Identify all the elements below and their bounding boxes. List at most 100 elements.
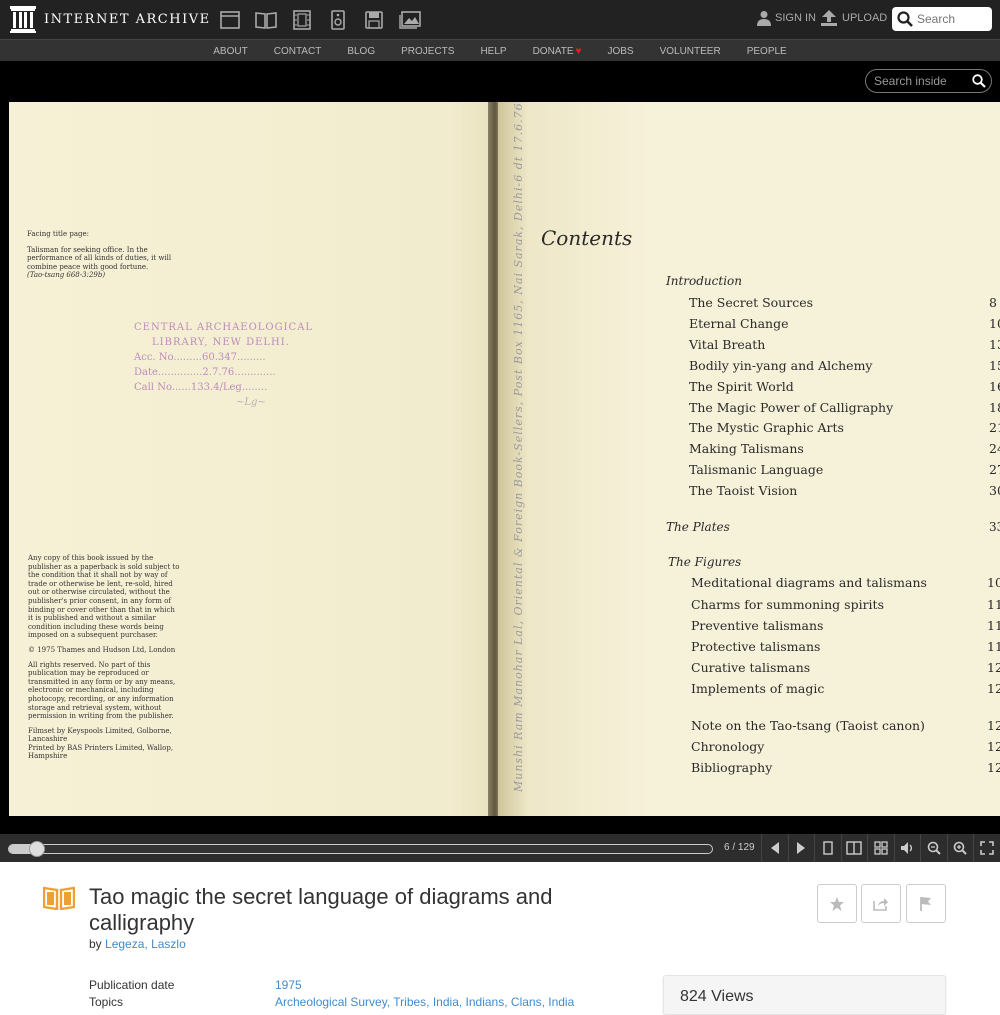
toc-entry-label: Eternal Change [689,316,789,331]
toc-section-label: The Plates [666,520,730,534]
toc-entry-label: The Secret Sources [689,295,814,310]
topics-value[interactable]: Archeological Survey, Tribes, India, Ind… [275,995,574,1009]
toc-entry-page: 16 [989,379,1000,394]
toc-entry-label: Curative talismans [691,660,811,675]
texts-icon [42,886,76,915]
favorite-button[interactable] [817,884,857,923]
toc-entry-page: 30 [989,483,1000,498]
left-page[interactable]: Facing title page: Talisman for seeking … [9,102,498,816]
share-button[interactable] [861,884,901,923]
site-search-input[interactable] [917,12,987,26]
facing-caption: Facing title page: Talisman for seeking … [27,230,177,280]
toc-entry-page: 10 [989,316,1000,331]
toc-entry: Eternal Change 10 [689,316,1000,331]
stamp-line: Call No......133.4/Leg........ [134,382,268,393]
zoom-out-icon[interactable] [920,834,947,862]
toc-entry-label: Protective talismans [691,639,821,654]
toc-entry-page: 24 [989,441,1000,456]
search-icon[interactable] [897,11,913,27]
topics-label: Topics [89,995,124,1009]
toc-entry: Talismanic Language 27 [689,462,1000,477]
toc-entry-page: 126 [987,739,1000,754]
upload-link[interactable]: UPLOAD [820,10,887,26]
software-icon[interactable] [356,8,392,32]
toc-section-title: The Figures [668,555,742,569]
toc-entry-page: 123 [987,681,1000,696]
nav-help[interactable]: HELP [480,46,506,57]
toc-entry-label: Meditational diagrams and talismans [691,575,927,590]
toc-entry-page: 127 [987,760,1000,775]
zoom-in-icon[interactable] [946,834,974,862]
nav-contact[interactable]: CONTACT [274,46,322,57]
handwritten-note: Munshi Ram Manohar Lal, Oriental & Forei… [504,102,534,802]
author-link[interactable]: Legeza, Laszlo [105,937,186,951]
nav-projects[interactable]: PROJECTS [401,46,454,57]
toc-entry-page: 33 [989,520,1000,534]
views-panel: 824 Views [663,975,946,1015]
internet-archive-logo[interactable]: INTERNET ARCHIVE [10,6,211,33]
toc-entry: Bibliography 127 [691,760,1000,775]
stamp-line: Acc. No.........60.347......... [134,352,266,363]
sign-in-link[interactable]: SIGN IN [757,10,816,26]
page-slider[interactable] [8,841,713,857]
nav-jobs[interactable]: JOBS [607,46,633,57]
stamp-line: LIBRARY, NEW DELHI. [152,337,290,348]
facing-caption-line: (Tao-tsang 668-3:29b) [27,271,106,280]
nav-donate[interactable]: DONATE ♥ [533,46,582,57]
one-page-view-icon[interactable] [814,834,841,862]
publication-date-label: Publication date [89,978,175,992]
search-icon[interactable] [972,74,986,88]
toc-entry-page: 110 [987,597,1000,612]
flag-icon [920,896,931,911]
heart-icon: ♥ [575,45,582,57]
library-stamp: CENTRAL ARCHAEOLOGICAL LIBRARY, NEW DELH… [134,320,324,410]
texts-icon[interactable] [248,8,284,32]
right-page[interactable]: Munshi Ram Manohar Lal, Oriental & Forei… [498,102,1000,816]
toc-entry: Curative talismans 120 [691,660,1000,675]
page-slider-handle[interactable] [29,841,46,857]
toc-entry-label: Bodily yin-yang and Alchemy [689,358,873,373]
nav-blog[interactable]: BLOG [347,46,375,57]
toc-entry-page: 120 [987,660,1000,675]
video-icon[interactable] [284,8,320,32]
images-icon[interactable] [392,8,428,32]
toc-entry: The Magic Power of Calligraphy 18 [689,400,1000,415]
thumbnail-view-icon[interactable] [867,834,894,862]
read-aloud-icon[interactable] [893,834,921,862]
toc-entry: Bodily yin-yang and Alchemy 15 [689,358,1000,373]
copyright-notice: Any copy of this book issued by the publ… [28,554,180,767]
previous-page-icon[interactable] [761,834,788,862]
toc-section-title: The Plates 33 [666,520,1000,534]
toc-entry-label: The Taoist Vision [689,483,798,498]
flag-button[interactable] [906,884,946,923]
toc-entry-label: Implements of magic [691,681,825,696]
toc-entry-page: 117 [987,639,1000,654]
audio-icon[interactable] [320,8,356,32]
nav-volunteer[interactable]: VOLUNTEER [660,46,721,57]
stamp-line: Date..............2.7.76............. [134,367,276,378]
publication-date-value[interactable]: 1975 [275,978,302,992]
upload-label: UPLOAD [842,12,888,24]
handwritten-text: Munshi Ram Manohar Lal, Oriental & Forei… [512,102,525,792]
two-page-view-icon[interactable] [840,834,868,862]
toc-entry: Protective talismans 117 [691,639,1000,654]
nav-about[interactable]: ABOUT [213,46,247,57]
toc-entry: Meditational diagrams and talismans 105 [691,575,1000,590]
secondary-nav: ABOUT CONTACT BLOG PROJECTS HELP DONATE ♥… [0,39,1000,61]
search-inside-input[interactable] [874,74,972,88]
fullscreen-icon[interactable] [973,834,1000,862]
upload-icon [821,10,837,26]
toc-entry: Implements of magic 123 [691,681,1000,696]
toc-entry-label: The Spirit World [689,379,794,394]
search-inside [865,69,992,93]
media-type-nav [212,8,428,32]
item-title: Tao magic the secret language of diagram… [89,884,553,935]
item-byline: by Legeza, Laszlo [89,937,186,951]
next-page-icon[interactable] [787,834,815,862]
toc-entry: The Spirit World 16 [689,379,1000,394]
reader-control-buttons [761,834,1000,862]
web-icon[interactable] [212,8,248,32]
toc-entry-label: Note on the Tao-tsang (Taoist canon) [691,718,925,733]
nav-people[interactable]: PEOPLE [747,46,787,57]
share-icon [873,897,888,911]
